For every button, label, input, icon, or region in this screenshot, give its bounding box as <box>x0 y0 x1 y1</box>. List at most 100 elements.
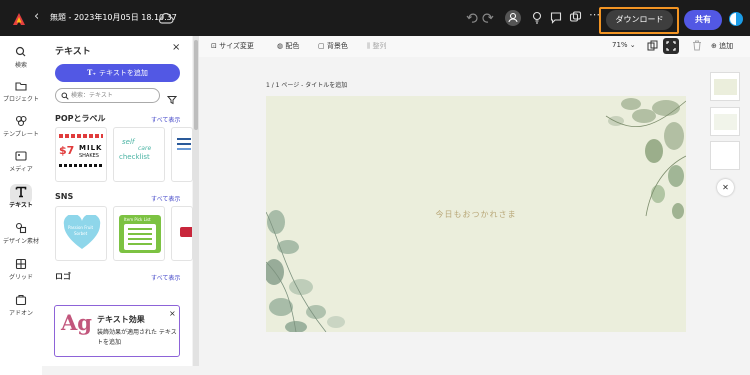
heart-line-2: Sorbet <box>74 231 88 236</box>
left-rail: 検索 プロジェクト テンプレート メディア テキスト デザイン素材 グリッド ア… <box>0 36 42 375</box>
close-icon[interactable]: × <box>172 42 180 53</box>
zoom-select[interactable]: 71% ⌄ <box>612 41 636 49</box>
search-placeholder: 検索：テキスト <box>71 92 113 99</box>
text-effect-description: 装飾効果が適用された テキストを追加 <box>97 329 177 346</box>
add-text-label: テキストを追加 <box>99 69 148 77</box>
template-thumb-partial-sns[interactable] <box>171 206 193 261</box>
background-color-button[interactable]: ▢ 背景色 <box>318 41 348 51</box>
milkshake-line-2: SHAKES <box>79 153 99 159</box>
eucalyptus-top-right <box>605 98 686 219</box>
rail-item-search[interactable]: 検索 <box>0 46 42 69</box>
scrollbar-thumb[interactable] <box>194 40 198 130</box>
add-page-thumbnail[interactable] <box>710 141 740 170</box>
text-effect-glyph: Ag <box>61 310 92 335</box>
search-icon <box>61 92 69 100</box>
template-thumb-milkshake[interactable]: $7 MILK SHAKES <box>55 127 107 182</box>
add-text-icon: T₊ <box>87 68 97 77</box>
rail-item-projects[interactable]: プロジェクト <box>0 80 42 103</box>
download-button[interactable]: ダウンロード <box>606 10 673 30</box>
panel-scrollbar[interactable] <box>193 36 199 366</box>
rail-label-templates: テンプレート <box>3 131 39 138</box>
template-thumb-pick-list[interactable]: Item Pick List <box>113 206 165 261</box>
trash-icon[interactable] <box>692 40 702 53</box>
chevron-down-icon: ⌄ <box>627 41 636 49</box>
milkshake-line-1: MILK <box>79 144 103 152</box>
top-bar: ‹ 無題 - 2023年10月05日 18.10.37 ⋯ ダウンロード 共有 <box>0 0 750 36</box>
app-logo-icon[interactable] <box>12 11 26 30</box>
selfcare-line-1: self <box>122 138 135 146</box>
undo-icon[interactable] <box>466 10 478 29</box>
rail-label-search: 検索 <box>14 62 27 69</box>
partial-sns-mark <box>180 227 192 237</box>
color-scheme-button[interactable]: ◍ 配色 <box>277 41 299 51</box>
redo-icon[interactable] <box>482 10 494 29</box>
page-thumbnail-1-preview <box>714 79 737 95</box>
rail-item-media[interactable]: メディア <box>0 150 42 173</box>
text-icon <box>15 186 27 198</box>
close-icon[interactable]: × <box>169 309 176 318</box>
search-input[interactable]: 検索：テキスト <box>55 88 160 103</box>
shapes-icon <box>15 222 27 234</box>
rail-item-grid[interactable]: グリッド <box>0 258 42 281</box>
resize-button[interactable]: ⊡ サイズ変更 <box>211 41 254 51</box>
rail-label-grid: グリッド <box>8 274 33 281</box>
see-all-logo-link[interactable]: すべて表示 <box>151 273 180 282</box>
picklist-rows <box>128 228 152 230</box>
arrange-button[interactable]: ⫼ 整列 <box>367 41 386 51</box>
addon-icon <box>15 294 27 306</box>
add-page-label: 追加 <box>719 42 734 50</box>
panel-title: テキスト <box>55 47 91 57</box>
template-thumb-self-care[interactable]: self care checklist <box>113 127 165 182</box>
filter-icon[interactable] <box>166 90 178 109</box>
see-all-pop-link[interactable]: すべて表示 <box>151 115 180 124</box>
grid-icon <box>15 258 27 270</box>
design-canvas[interactable]: 今日もおつかれさま <box>266 96 686 332</box>
add-text-button[interactable]: T₊ テキストを追加 <box>55 64 180 82</box>
selfcare-line-2: care <box>138 145 152 152</box>
section-title-pop: POPとラベル <box>55 114 106 123</box>
cloud-sync-icon[interactable] <box>158 10 174 29</box>
close-icon[interactable]: ✕ <box>717 179 734 196</box>
duplicate-icon[interactable] <box>569 10 582 29</box>
rail-label-design-assets: デザイン素材 <box>2 238 39 245</box>
milkshake-stripes <box>59 134 103 138</box>
rail-item-text[interactable]: テキスト <box>0 186 42 209</box>
template-icon <box>15 115 27 127</box>
rail-label-media: メディア <box>9 166 33 173</box>
page-thumbnail-1[interactable] <box>710 72 740 101</box>
color-scheme-label: 配色 <box>285 42 300 50</box>
zoom-value: 71% <box>612 41 628 49</box>
background-icon: ▢ <box>318 42 327 50</box>
add-page-button[interactable]: ⊕ 追加 <box>711 41 733 51</box>
canvas-main-text[interactable]: 今日もおつかれさま <box>266 209 686 220</box>
background-color-label: 背景色 <box>326 42 348 50</box>
picklist-title: Item Pick List <box>124 217 151 222</box>
page-title[interactable]: 1 / 1 ページ - タイトルを追加 <box>266 80 347 89</box>
text-effect-title: テキスト効果 <box>97 315 145 324</box>
see-all-sns-link[interactable]: すべて表示 <box>151 194 180 203</box>
rail-label-projects: プロジェクト <box>2 96 39 103</box>
back-chevron-icon[interactable]: ‹ <box>34 9 39 24</box>
rail-item-addons[interactable]: アドオン <box>0 294 42 317</box>
share-button[interactable]: 共有 <box>684 10 722 30</box>
template-thumb-partial-3[interactable] <box>171 127 193 182</box>
copy-page-icon[interactable] <box>647 40 658 53</box>
template-thumb-heart[interactable]: Passion Fruit Sorbet <box>55 206 107 261</box>
page-thumbnail-2[interactable] <box>710 107 740 136</box>
heart-line-1: Passion Fruit <box>68 225 94 230</box>
avatar[interactable] <box>729 12 743 26</box>
rail-label-addons: アドオン <box>8 310 33 317</box>
rail-label-text: テキスト <box>9 202 33 209</box>
rail-item-templates[interactable]: テンプレート <box>0 115 42 138</box>
text-effect-card[interactable]: Ag テキスト効果 装飾効果が適用された テキストを追加 × <box>54 305 180 357</box>
comment-icon[interactable] <box>550 10 562 29</box>
rail-item-design-assets[interactable]: デザイン素材 <box>0 222 42 245</box>
invite-user-icon[interactable] <box>505 10 521 26</box>
selfcare-line-3: checklist <box>119 153 150 161</box>
section-title-logo: ロゴ <box>55 272 71 281</box>
eucalyptus-bottom-left <box>266 210 345 332</box>
milkshake-price: $7 <box>59 144 75 157</box>
search-icon <box>15 46 26 57</box>
lightbulb-icon[interactable] <box>531 10 543 29</box>
fit-view-icon[interactable] <box>663 38 679 54</box>
